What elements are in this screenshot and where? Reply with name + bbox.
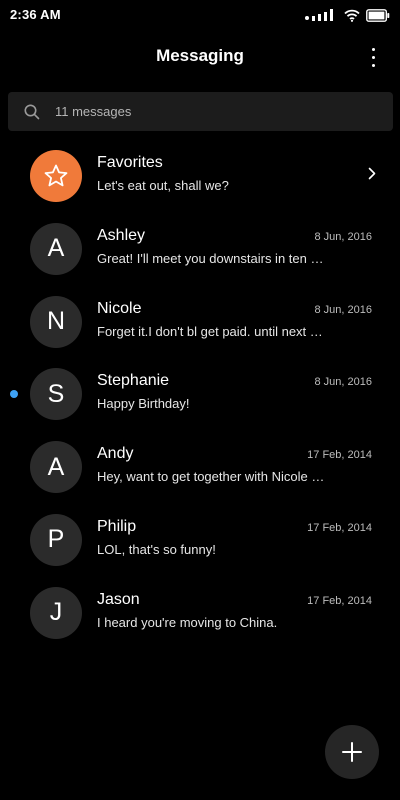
conversation-name: Andy	[97, 445, 134, 463]
conversation-list: Favorites Let's eat out, shall we? A Ash…	[0, 140, 400, 650]
conversation-date: 17 Feb, 2014	[307, 449, 372, 462]
conversation-preview: Hey, want to get together with Nicole …	[97, 469, 325, 485]
list-item[interactable]: S Stephanie Happy Birthday! 8 Jun, 2016	[0, 358, 400, 431]
unread-indicator	[10, 390, 18, 399]
page-title: Messaging	[156, 46, 244, 65]
conversation-name: Stephanie	[97, 372, 170, 390]
signal-icon	[305, 9, 333, 21]
title-bar: Messaging	[0, 36, 400, 80]
avatar: J	[30, 586, 82, 639]
conversation-date: 8 Jun, 2016	[314, 230, 373, 243]
conversation-date: 8 Jun, 2016	[314, 376, 373, 389]
search-text: 11 messages	[55, 104, 132, 119]
status-icons	[304, 6, 390, 24]
conversation-preview: Let's eat out, shall we?	[97, 178, 229, 193]
more-dot	[371, 55, 375, 59]
avatar: A	[30, 441, 82, 494]
conversation-preview: Forget it.I don't bl get paid. until nex…	[97, 323, 323, 339]
avatar: P	[30, 513, 82, 566]
list-item[interactable]: A Andy Hey, want to get together with Ni…	[0, 431, 400, 504]
more-vertical-icon	[371, 47, 375, 51]
favorites-avatar	[30, 150, 82, 202]
conversation-name: Nicole	[97, 299, 142, 317]
conversation-date: 17 Feb, 2014	[307, 594, 372, 607]
wifi-icon	[344, 9, 360, 22]
avatar: S	[30, 368, 82, 421]
status-time: 2:36 AM	[10, 7, 61, 22]
avatar: N	[30, 295, 82, 348]
conversation-name: Ashley	[97, 226, 146, 244]
chevron-right-icon	[368, 167, 376, 180]
conversation-preview: LOL, that's so funny!	[97, 541, 216, 557]
battery-icon	[366, 8, 390, 22]
list-item[interactable]: P Philip LOL, that's so funny! 17 Feb, 2…	[0, 504, 400, 577]
conversation-name: Favorites	[97, 154, 163, 171]
search-icon	[24, 104, 40, 119]
conversation-preview: I heard you're moving to China.	[97, 614, 278, 630]
more-options-button[interactable]	[368, 45, 378, 69]
conversation-preview: Happy Birthday!	[97, 396, 190, 412]
conversation-name: Philip	[97, 517, 137, 535]
list-item[interactable]: A Ashley Great! I'll meet you downstairs…	[0, 213, 400, 286]
list-item[interactable]: J Jason I heard you're moving to China. …	[0, 577, 400, 650]
more-dot	[371, 63, 375, 67]
list-item-favorites[interactable]: Favorites Let's eat out, shall we?	[0, 140, 400, 213]
avatar: A	[30, 222, 82, 275]
conversation-name: Jason	[97, 590, 140, 608]
status-bar: 2:36 AM	[0, 0, 400, 30]
new-message-button[interactable]	[325, 725, 379, 779]
conversation-date: 8 Jun, 2016	[314, 303, 373, 316]
plus-icon	[342, 742, 362, 762]
star-icon	[44, 164, 68, 187]
conversation-date: 17 Feb, 2014	[307, 521, 372, 534]
list-item[interactable]: N Nicole Forget it.I don't bl get paid. …	[0, 286, 400, 359]
conversation-preview: Great! I'll meet you downstairs in ten …	[97, 250, 324, 266]
search-input[interactable]: 11 messages	[8, 92, 393, 131]
